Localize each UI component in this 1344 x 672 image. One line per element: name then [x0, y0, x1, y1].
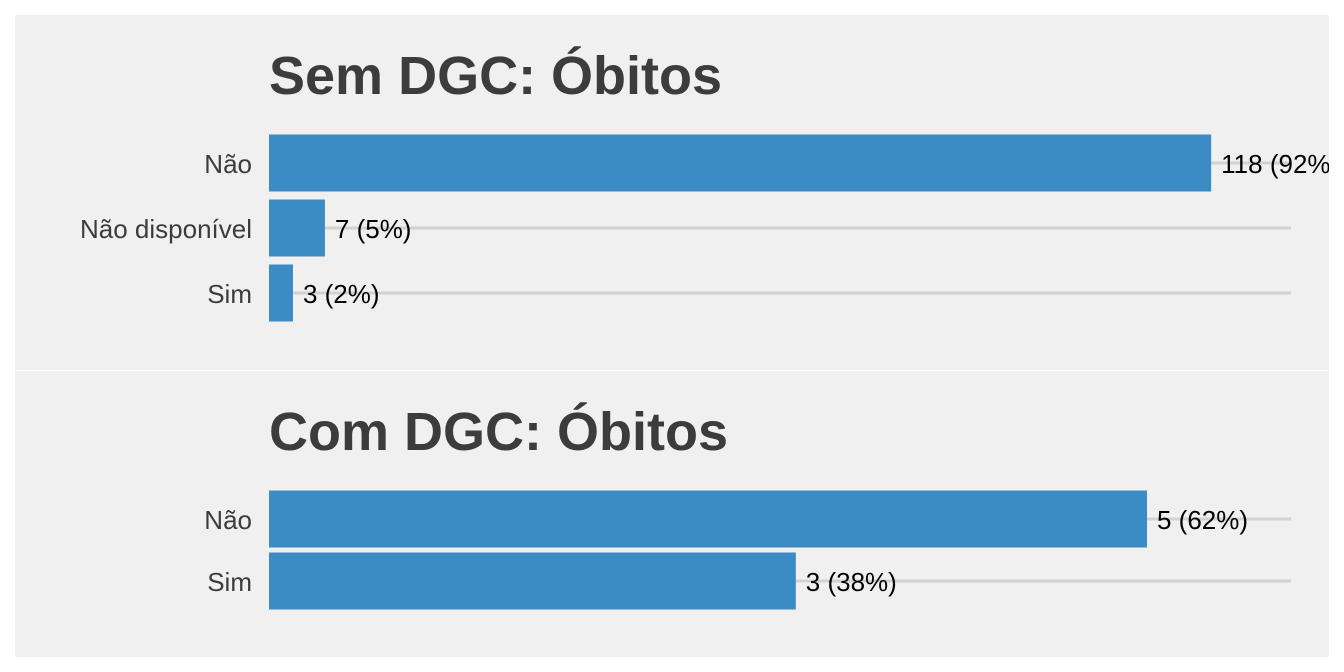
category-label: Não: [204, 149, 252, 179]
panel-sem-dgc: Sem DGC: Óbitos Não 118 (92%) Não disponív…: [15, 15, 1329, 370]
bar: [269, 199, 325, 257]
data-label: 118 (92%): [1221, 149, 1329, 179]
category-label: Não: [204, 505, 252, 535]
bar-chart-sem-dgc: Não 118 (92%) Não disponível 7 (5%) Sim 3 (2%…: [80, 134, 1329, 322]
panel-com-dgc: Com DGC: Óbitos Não 5 (62%) Sim 3 (38%): [15, 371, 1329, 657]
category-label: Sim: [207, 567, 252, 597]
data-label: 5 (62%): [1157, 505, 1248, 535]
bar-chart-com-dgc: Não 5 (62%) Sim 3 (38%): [204, 490, 1291, 610]
data-label: 3 (38%): [806, 567, 897, 597]
bar: [269, 264, 293, 322]
data-label: 3 (2%): [303, 279, 380, 309]
data-label: 7 (5%): [335, 214, 412, 244]
bar: [269, 490, 1148, 548]
category-label: Sim: [207, 279, 252, 309]
bar: [269, 552, 796, 610]
bar: [269, 134, 1212, 192]
category-label: Não disponível: [80, 214, 252, 244]
